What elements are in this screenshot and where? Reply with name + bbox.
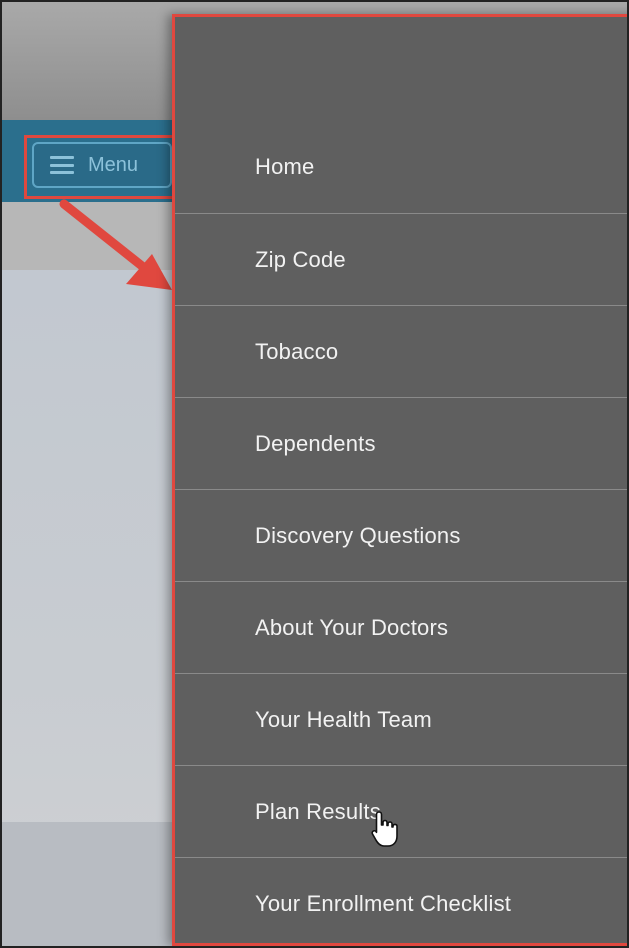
drawer-item-home[interactable]: Home (175, 121, 627, 213)
drawer-item-label: Dependents (255, 430, 376, 456)
navigation-drawer: Home Zip Code Tobacco Dependents Discove… (172, 14, 627, 946)
hand-pointer-cursor-icon (371, 811, 398, 847)
drawer-item-about-your-doctors[interactable]: About Your Doctors (175, 581, 627, 673)
drawer-item-zip-code[interactable]: Zip Code (175, 213, 627, 305)
drawer-item-label: Discovery Questions (255, 522, 461, 548)
drawer-item-your-health-team[interactable]: Your Health Team (175, 673, 627, 765)
drawer-item-label: Home (255, 154, 315, 179)
drawer-item-tobacco[interactable]: Tobacco (175, 305, 627, 397)
drawer-item-dependents[interactable]: Dependents (175, 397, 627, 489)
drawer-item-label: Tobacco (255, 338, 339, 364)
drawer-item-discovery-questions[interactable]: Discovery Questions (175, 489, 627, 581)
menu-button-highlight-box (24, 135, 180, 199)
drawer-item-label: About Your Doctors (255, 614, 449, 640)
arrow-down-right-icon (59, 199, 172, 290)
drawer-item-label: Your Health Team (255, 706, 432, 732)
screenshot-frame: Menu Home Zip Code Tobacco Dependents Di… (0, 0, 629, 948)
drawer-item-label: Plan Results (255, 798, 381, 824)
drawer-item-label: Zip Code (255, 246, 346, 272)
drawer-menu-list: Home Zip Code Tobacco Dependents Discove… (175, 121, 627, 946)
drawer-item-your-enrollment-checklist[interactable]: Your Enrollment Checklist (175, 857, 627, 946)
drawer-item-label: Your Enrollment Checklist (255, 890, 512, 916)
drawer-item-plan-results[interactable]: Plan Results (175, 765, 627, 857)
